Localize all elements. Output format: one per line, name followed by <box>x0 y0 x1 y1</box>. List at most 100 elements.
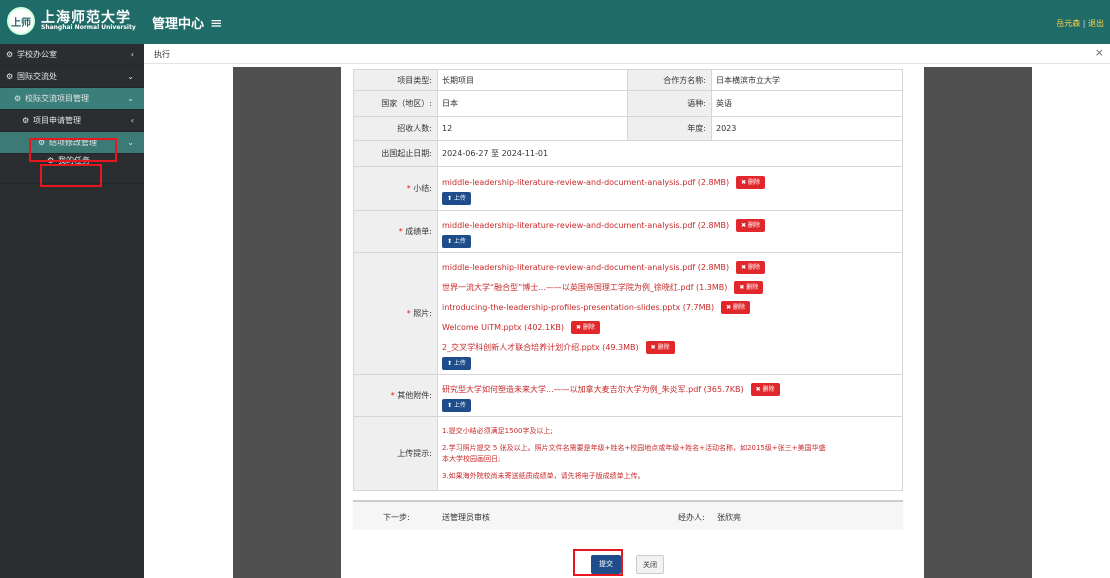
delete-button[interactable]: ✖ 删除 <box>736 218 766 232</box>
form-panel: 项目类型: 长期项目 合作方名称: 日本横滨市立大学 国家（地区）: 日本 语种… <box>341 67 924 578</box>
file-item: middle-leadership-literature-review-and-… <box>442 215 898 235</box>
logo-chinese-name: 上海师范大学 <box>41 9 131 26</box>
upload-button[interactable]: ⬆ 上传 <box>442 357 471 370</box>
summary-label-cell: * 小结: <box>353 166 438 211</box>
upload-button[interactable]: ⬆ 上传 <box>442 192 471 205</box>
table-row: 上传提示: 1.提交小结必须满足1500字及以上; 2.学习照片提交 5 张及以… <box>353 416 903 491</box>
chevron-down-icon: ⌄ <box>127 94 134 103</box>
other-label: 其他附件: <box>397 391 432 400</box>
file-link[interactable]: 2_交叉学科创新人才联合培养计划介绍.pptx (49.3MB) <box>442 342 639 353</box>
chevron-down-icon: ⌄ <box>127 138 134 147</box>
required-mark: * <box>390 391 395 400</box>
close-button[interactable]: 关闭 <box>636 555 664 574</box>
user-name[interactable]: 岳元森 <box>1056 19 1080 28</box>
gears-icon: ⚙ <box>14 94 22 103</box>
language-label: 语种: <box>627 90 712 117</box>
next-step-row: 下一步: 送管理员审核 经办人: 张欣亮 <box>353 500 903 530</box>
file-link[interactable]: middle-leadership-literature-review-and-… <box>442 178 729 187</box>
project-type-label: 项目类型: <box>353 69 438 91</box>
right-gutter <box>924 67 1032 578</box>
file-item: middle-leadership-literature-review-and-… <box>442 257 898 277</box>
sidebar-item-international-office[interactable]: ⚙ 国际交流处 ⌄ <box>0 66 144 88</box>
required-mark: * <box>398 227 403 236</box>
year-value: 2023 <box>711 116 903 141</box>
sidebar-item-project-applications[interactable]: ⚙ 项目申请管理 ‹ <box>0 110 144 132</box>
sidebar-item-label: 项目申请管理 <box>33 116 81 125</box>
delete-button[interactable]: ✖ 删除 <box>736 175 766 189</box>
gears-icon: ⚙ <box>6 50 14 59</box>
sidebar-item-exchange-projects[interactable]: ⚙ 校际交流项目管理 ⌄ <box>0 88 144 110</box>
partner-value: 日本横滨市立大学 <box>711 69 903 91</box>
next-step-value: 送管理员审核 <box>442 513 490 522</box>
logout-link[interactable]: 退出 <box>1088 19 1104 28</box>
delete-button[interactable]: ✖ 删除 <box>734 280 764 294</box>
tab-execute[interactable]: 执行 <box>154 49 170 60</box>
upload-button[interactable]: ⬆ 上传 <box>442 399 471 412</box>
file-link[interactable]: middle-leadership-literature-review-and-… <box>442 263 729 272</box>
file-link[interactable]: 世界一流大学“融合型”博士...——以英国帝国理工学院为例_徐晓红.pdf (1… <box>442 282 727 293</box>
table-row: * 其他附件: 研究型大学如何塑造未来大学...——以加拿大麦吉尔大学为例_朱炎… <box>353 374 903 417</box>
file-item: Welcome UiTM.pptx (402.1KB) ✖ 删除 <box>442 317 898 337</box>
other-label-cell: * 其他附件: <box>353 374 438 417</box>
year-label: 年度: <box>627 116 712 141</box>
app-title-wrap: 管理中心 ≡ <box>152 13 223 32</box>
country-value: 日本 <box>437 90 628 117</box>
highlight-box-closure-changes <box>29 138 117 162</box>
file-item: introducing-the-leadership-profiles-pres… <box>442 297 898 317</box>
file-link[interactable]: 研究型大学如何塑造未来大学...——以加拿大麦吉尔大学为例_朱炎军.pdf (3… <box>442 384 744 395</box>
chevron-down-icon: ⌄ <box>127 72 134 81</box>
dates-value: 2024-06-27 至 2024-11-01 <box>437 140 903 167</box>
highlight-box-submit <box>573 549 623 576</box>
transcript-label-cell: * 成绩单: <box>353 210 438 253</box>
file-link[interactable]: introducing-the-leadership-profiles-pres… <box>442 303 714 312</box>
gears-icon: ⚙ <box>22 116 30 125</box>
highlight-box-my-tasks <box>40 164 102 187</box>
language-value: 英语 <box>711 90 903 117</box>
file-item: middle-leadership-literature-review-and-… <box>442 172 898 192</box>
chevron-left-icon: ‹ <box>130 116 134 125</box>
project-form-table: 项目类型: 长期项目 合作方名称: 日本横滨市立大学 国家（地区）: 日本 语种… <box>353 69 903 491</box>
sidebar-item-label: 国际交流处 <box>17 72 57 81</box>
quota-label: 招收人数: <box>353 116 438 141</box>
delete-button[interactable]: ✖ 删除 <box>736 260 766 274</box>
close-icon[interactable]: × <box>1095 46 1104 59</box>
gears-icon: ⚙ <box>6 72 14 81</box>
university-logo: 上师 上海师范大学 Shanghai Normal University <box>7 7 136 35</box>
table-row: 出国起止日期: 2024-06-27 至 2024-11-01 <box>353 140 903 167</box>
tab-bar: 执行 × <box>144 44 1110 64</box>
hint-line: 1.提交小结必须满足1500字及以上; <box>442 426 553 435</box>
table-row: * 小结: middle-leadership-literature-revie… <box>353 166 903 211</box>
delete-button[interactable]: ✖ 删除 <box>750 382 780 396</box>
next-step-label: 下一步: <box>383 513 410 522</box>
sidebar-item-label: 学校办公室 <box>17 50 57 59</box>
hint-label: 上传提示: <box>353 416 438 491</box>
file-item: 2_交叉学科创新人才联合培养计划介绍.pptx (49.3MB) ✖ 删除 <box>442 337 898 357</box>
required-mark: * <box>406 184 411 193</box>
user-separator: | <box>1082 19 1086 28</box>
transcript-files: middle-leadership-literature-review-and-… <box>437 210 903 253</box>
table-row: 项目类型: 长期项目 合作方名称: 日本横滨市立大学 <box>353 69 903 91</box>
delete-button[interactable]: ✖ 删除 <box>645 340 675 354</box>
summary-label: 小结: <box>413 184 432 193</box>
top-bar: 上师 上海师范大学 Shanghai Normal University 管理中… <box>0 0 1110 44</box>
file-item: 研究型大学如何塑造未来大学...——以加拿大麦吉尔大学为例_朱炎军.pdf (3… <box>442 379 898 399</box>
sidebar-item-school-office[interactable]: ⚙ 学校办公室 ‹ <box>0 44 144 66</box>
app-title: 管理中心 <box>152 17 205 32</box>
table-row: 国家（地区）: 日本 语种: 英语 <box>353 90 903 117</box>
hint-line: 本大学校园画回日; <box>442 454 501 463</box>
photos-label: 照片: <box>413 309 432 318</box>
upload-button[interactable]: ⬆ 上传 <box>442 235 471 248</box>
left-gutter <box>233 67 341 578</box>
file-link[interactable]: Welcome UiTM.pptx (402.1KB) <box>442 323 564 332</box>
menu-toggle-icon[interactable]: ≡ <box>210 14 223 32</box>
photos-label-cell: * 照片: <box>353 252 438 375</box>
delete-button[interactable]: ✖ 删除 <box>571 320 600 334</box>
chevron-left-icon: ‹ <box>130 50 134 59</box>
table-row: * 照片: middle-leadership-literature-revie… <box>353 252 903 375</box>
table-row: 招收人数: 12 年度: 2023 <box>353 116 903 141</box>
delete-button[interactable]: ✖ 删除 <box>721 300 751 314</box>
summary-files: middle-leadership-literature-review-and-… <box>437 166 903 211</box>
project-type-value: 长期项目 <box>437 69 628 91</box>
file-item: 世界一流大学“融合型”博士...——以英国帝国理工学院为例_徐晓红.pdf (1… <box>442 277 898 297</box>
file-link[interactable]: middle-leadership-literature-review-and-… <box>442 221 729 230</box>
